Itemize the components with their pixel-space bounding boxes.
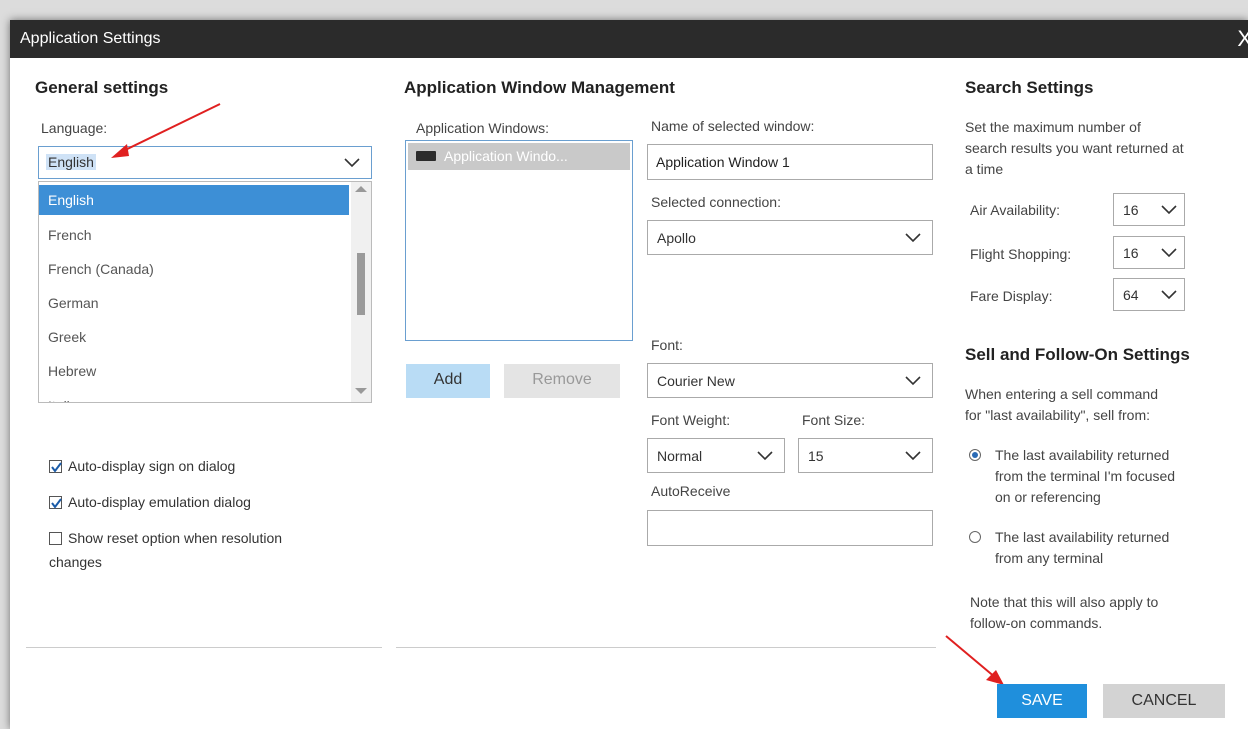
language-option-german[interactable]: German	[39, 288, 349, 318]
search-settings-heading: Search Settings	[965, 78, 1094, 97]
checkmark-icon	[51, 462, 62, 473]
search-desc-line: search results you want returned at	[965, 140, 1184, 156]
window-title: Application Settings	[20, 30, 161, 47]
search-desc-line: a time	[965, 161, 1004, 177]
language-dropdown-list[interactable]: English French French (Canada) German Gr…	[38, 181, 372, 403]
chevron-down-icon	[905, 451, 921, 461]
sell-any-terminal-label: The last availability returned from any …	[995, 527, 1245, 569]
annotation-arrow-icon	[945, 635, 1004, 685]
selected-connection-label: Selected connection:	[651, 194, 781, 210]
remove-button[interactable]: Remove	[504, 364, 620, 398]
flight-shopping-label: Flight Shopping:	[970, 246, 1072, 262]
fare-display-label: Fare Display:	[970, 288, 1053, 304]
show-reset-option-label: Show reset option when resolution	[68, 530, 283, 546]
save-button[interactable]: SAVE	[997, 684, 1087, 718]
air-availability-value: 16	[1123, 202, 1139, 218]
divider	[26, 647, 382, 648]
language-option-greek[interactable]: Greek	[39, 322, 349, 352]
language-option-hebrew[interactable]: Hebrew	[39, 356, 349, 386]
language-option-french[interactable]: French	[39, 220, 349, 250]
note-line: Note that this will also apply to	[970, 594, 1159, 610]
language-list-scrollbar[interactable]	[351, 182, 371, 402]
application-windows-list[interactable]: Application Windo...	[405, 140, 633, 341]
title-bar: Application Settings X	[10, 20, 1248, 58]
application-window-item-label: Application Windo...	[444, 148, 568, 164]
chevron-down-icon	[1161, 205, 1177, 215]
font-label: Font:	[651, 337, 683, 353]
fare-display-value: 64	[1123, 287, 1139, 303]
language-select-value: English	[46, 154, 96, 170]
air-availability-label: Air Availability:	[970, 202, 1061, 218]
chevron-down-icon	[1161, 248, 1177, 258]
font-size-select-value: 15	[808, 448, 824, 464]
auto-display-sign-on-checkbox[interactable]	[49, 460, 62, 473]
sell-settings-description: When entering a sell command for "last a…	[965, 384, 1245, 426]
awm-heading: Application Window Management	[404, 78, 675, 97]
application-window-item[interactable]: Application Windo...	[408, 143, 630, 170]
annotation-arrow-icon	[111, 103, 221, 158]
search-desc-line: Set the maximum number of	[965, 119, 1141, 135]
auto-display-emulation-label: Auto-display emulation dialog	[68, 494, 251, 510]
autoreceive-label: AutoReceive	[651, 483, 731, 499]
chevron-down-icon	[757, 451, 773, 461]
language-option-english[interactable]: English	[39, 185, 349, 215]
autoreceive-input[interactable]	[647, 510, 933, 546]
cancel-button[interactable]: CANCEL	[1103, 684, 1225, 718]
chevron-down-icon	[344, 158, 360, 168]
flight-shopping-select[interactable]: 16	[1113, 236, 1185, 269]
font-weight-select[interactable]: Normal	[647, 438, 785, 473]
flight-shopping-value: 16	[1123, 245, 1139, 261]
font-size-select[interactable]: 15	[798, 438, 933, 473]
language-option-french-canada[interactable]: French (Canada)	[39, 254, 349, 284]
language-label: Language:	[41, 120, 108, 136]
show-reset-option-label-line2: changes	[49, 554, 102, 570]
sell-note: Note that this will also apply to follow…	[970, 592, 1245, 634]
option-line: The last availability returned	[995, 447, 1170, 463]
font-weight-label: Font Weight:	[651, 412, 731, 428]
window-icon	[416, 151, 436, 161]
auto-display-sign-on-label: Auto-display sign on dialog	[68, 458, 236, 474]
chevron-down-icon	[1161, 290, 1177, 300]
sell-desc-line: When entering a sell command	[965, 386, 1158, 402]
checkmark-icon	[51, 498, 62, 509]
option-line: from the terminal I'm focused	[995, 468, 1176, 484]
chevron-down-icon	[905, 233, 921, 243]
font-weight-select-value: Normal	[657, 448, 703, 464]
sell-focused-terminal-radio[interactable]	[969, 449, 981, 461]
scroll-down-arrow-icon[interactable]	[355, 388, 367, 394]
fare-display-select[interactable]: 64	[1113, 278, 1185, 311]
add-button[interactable]: Add	[406, 364, 490, 398]
connection-select[interactable]: Apollo	[647, 220, 933, 255]
application-settings-dialog: Application Settings X General settings …	[10, 20, 1248, 729]
close-icon[interactable]: X	[1237, 26, 1248, 52]
air-availability-select[interactable]: 16	[1113, 193, 1185, 226]
language-option-italian[interactable]: Italian	[39, 391, 349, 402]
auto-display-emulation-checkbox[interactable]	[49, 496, 62, 509]
note-line: follow-on commands.	[970, 615, 1103, 631]
sell-settings-heading: Sell and Follow-On Settings	[965, 345, 1190, 364]
divider	[396, 647, 936, 648]
sell-focused-terminal-label: The last availability returned from the …	[995, 445, 1245, 508]
sell-any-terminal-radio[interactable]	[969, 531, 981, 543]
font-size-label: Font Size:	[802, 412, 866, 428]
option-line: The last availability returned	[995, 529, 1170, 545]
scroll-up-arrow-icon[interactable]	[355, 186, 367, 192]
selected-window-name-label: Name of selected window:	[651, 118, 815, 134]
application-windows-label: Application Windows:	[416, 120, 550, 136]
connection-select-value: Apollo	[657, 230, 696, 246]
option-line: on or referencing	[995, 489, 1101, 505]
font-select-value: Courier New	[657, 373, 735, 389]
scroll-thumb[interactable]	[357, 253, 365, 315]
sell-desc-line: for "last availability", sell from:	[965, 407, 1150, 423]
chevron-down-icon	[905, 376, 921, 386]
show-reset-option-checkbox[interactable]	[49, 532, 62, 545]
general-settings-heading: General settings	[35, 78, 169, 97]
search-settings-description: Set the maximum number of search results…	[965, 117, 1245, 180]
option-line: from any terminal	[995, 550, 1104, 566]
font-select[interactable]: Courier New	[647, 363, 933, 398]
window-name-input[interactable]: Application Window 1	[647, 144, 933, 180]
radio-selected-dot	[972, 452, 978, 458]
window-name-value: Application Window 1	[656, 154, 790, 170]
